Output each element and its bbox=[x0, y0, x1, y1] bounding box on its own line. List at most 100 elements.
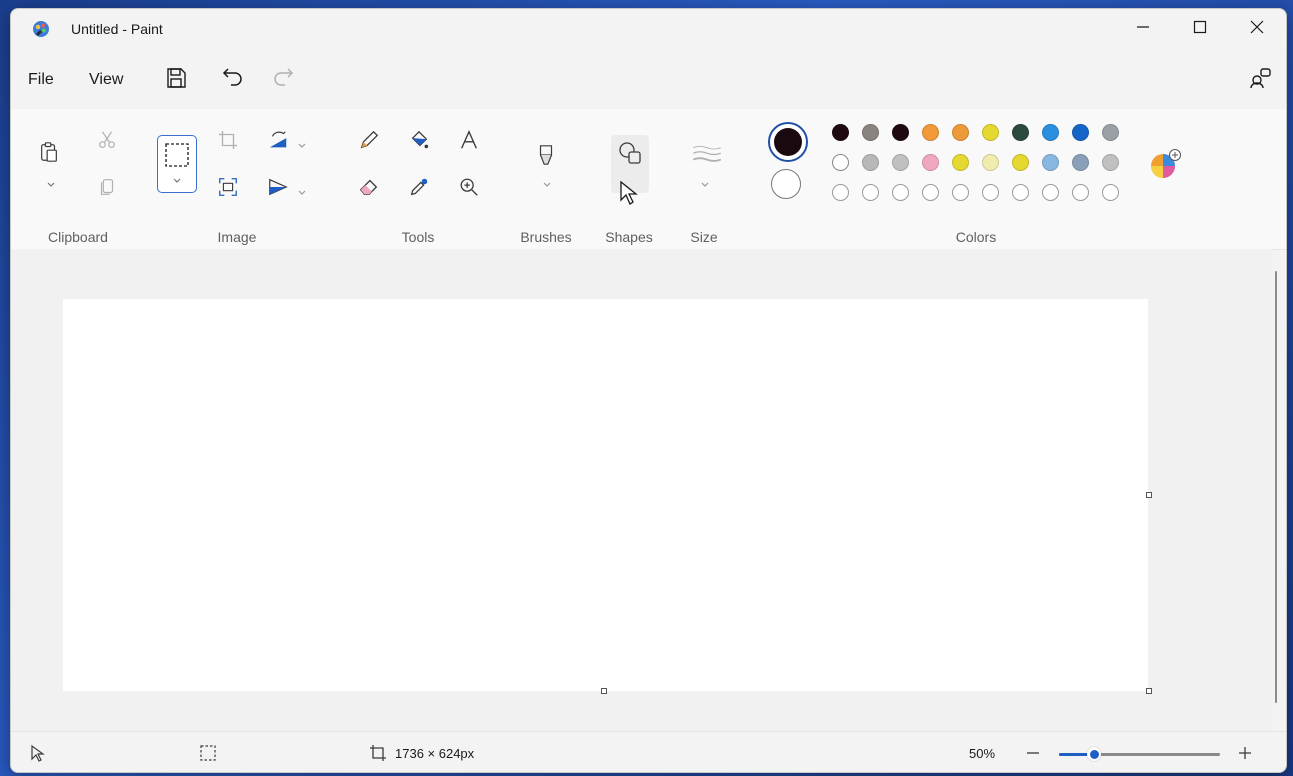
vertical-scrollbar[interactable] bbox=[1275, 271, 1277, 703]
fill-button[interactable] bbox=[407, 128, 431, 152]
resize-handle-right[interactable] bbox=[1146, 492, 1152, 498]
clipboard-group-label: Clipboard bbox=[48, 229, 108, 245]
color-swatch[interactable] bbox=[1012, 154, 1029, 171]
color-swatch[interactable] bbox=[982, 184, 999, 201]
paste-button[interactable] bbox=[37, 140, 61, 164]
paint-window: Untitled - Paint File View Clipboard Ima… bbox=[10, 8, 1287, 773]
color-swatch[interactable] bbox=[832, 184, 849, 201]
close-button[interactable] bbox=[1228, 9, 1286, 45]
color-swatch[interactable] bbox=[1102, 154, 1119, 171]
color-swatch[interactable] bbox=[1042, 184, 1059, 201]
eraser-icon bbox=[359, 179, 378, 195]
color-swatch[interactable] bbox=[892, 124, 909, 141]
color-swatch[interactable] bbox=[922, 124, 939, 141]
flip-button[interactable] bbox=[266, 175, 290, 199]
resize-icon bbox=[219, 178, 237, 196]
color-swatch[interactable] bbox=[892, 184, 909, 201]
maximize-button[interactable] bbox=[1171, 9, 1229, 45]
primary-color-swatch bbox=[774, 128, 802, 156]
color-swatch[interactable] bbox=[952, 154, 969, 171]
color-swatch[interactable] bbox=[1102, 124, 1119, 141]
resize-button[interactable] bbox=[216, 175, 240, 199]
chevron-down-icon[interactable] bbox=[542, 180, 552, 190]
line-width-icon bbox=[692, 145, 722, 162]
color-swatch[interactable] bbox=[1072, 154, 1089, 171]
settings-icon[interactable] bbox=[1249, 66, 1273, 90]
color-swatch[interactable] bbox=[922, 154, 939, 171]
color-swatch[interactable] bbox=[952, 124, 969, 141]
color-swatch[interactable] bbox=[1042, 154, 1059, 171]
resize-handle-bottom[interactable] bbox=[601, 688, 607, 694]
chevron-down-icon[interactable] bbox=[297, 188, 307, 198]
primary-color[interactable] bbox=[768, 122, 808, 162]
image-group-label: Image bbox=[217, 229, 257, 245]
shapes-icon bbox=[619, 142, 641, 164]
file-menu[interactable]: File bbox=[28, 71, 54, 89]
color-swatch[interactable] bbox=[1012, 184, 1029, 201]
shapes-button[interactable] bbox=[611, 135, 649, 205]
color-swatch[interactable] bbox=[1102, 184, 1119, 201]
size-group-label: Size bbox=[690, 229, 718, 245]
colors-group-label: Colors bbox=[955, 229, 997, 245]
view-menu[interactable]: View bbox=[89, 71, 123, 89]
canvas-workspace bbox=[11, 249, 1273, 731]
cursor-position-icon bbox=[31, 744, 45, 762]
color-picker-button[interactable] bbox=[407, 175, 431, 199]
cut-button[interactable] bbox=[95, 128, 119, 152]
color-swatch[interactable] bbox=[982, 124, 999, 141]
zoom-level-text: 50% bbox=[969, 746, 996, 761]
save-icon[interactable] bbox=[164, 66, 188, 90]
minimize-icon bbox=[1137, 26, 1149, 28]
color-swatch[interactable] bbox=[1012, 124, 1029, 141]
crop-button[interactable] bbox=[216, 128, 240, 152]
chevron-down-icon[interactable] bbox=[700, 180, 710, 190]
zoom-slider-thumb[interactable] bbox=[1087, 747, 1102, 761]
canvas-size-text: 1736 × 624px bbox=[395, 746, 475, 761]
pencil-icon bbox=[360, 130, 379, 149]
redo-icon[interactable] bbox=[271, 65, 295, 89]
color-swatch[interactable] bbox=[832, 124, 849, 141]
rotate-button[interactable] bbox=[266, 128, 290, 152]
brushes-button[interactable] bbox=[534, 143, 558, 167]
chevron-down-icon[interactable] bbox=[46, 180, 56, 190]
zoom-out-icon[interactable] bbox=[1024, 744, 1042, 762]
chevron-down-icon bbox=[173, 178, 181, 183]
color-swatch[interactable] bbox=[832, 154, 849, 171]
tools-group-label: Tools bbox=[401, 229, 435, 245]
pencil-button[interactable] bbox=[357, 128, 381, 152]
rotate-icon bbox=[269, 131, 287, 148]
magnifier-button[interactable] bbox=[457, 175, 481, 199]
color-swatch[interactable] bbox=[892, 154, 909, 171]
minimize-button[interactable] bbox=[1114, 9, 1172, 45]
maximize-icon bbox=[1193, 20, 1207, 34]
resize-handle-corner[interactable] bbox=[1146, 688, 1152, 694]
chevron-down-icon[interactable] bbox=[297, 141, 307, 151]
eraser-button[interactable] bbox=[357, 175, 381, 199]
color-swatch[interactable] bbox=[1042, 124, 1059, 141]
zoom-in-icon[interactable] bbox=[1236, 744, 1254, 762]
undo-icon[interactable] bbox=[221, 65, 245, 89]
color-swatch[interactable] bbox=[862, 184, 879, 201]
color-swatch[interactable] bbox=[982, 154, 999, 171]
zoom-slider[interactable] bbox=[1059, 747, 1220, 761]
color-swatch[interactable] bbox=[862, 124, 879, 141]
canvas-size-icon bbox=[370, 745, 386, 761]
color-swatch[interactable] bbox=[952, 184, 969, 201]
close-icon bbox=[1250, 20, 1264, 34]
paste-icon bbox=[41, 142, 57, 162]
flip-icon bbox=[269, 178, 288, 196]
copy-button[interactable] bbox=[95, 175, 119, 199]
color-swatch[interactable] bbox=[1072, 184, 1089, 201]
selection-size-icon bbox=[200, 745, 216, 761]
edit-colors-button[interactable] bbox=[1149, 149, 1181, 181]
color-swatch[interactable] bbox=[922, 184, 939, 201]
zoom-in-icon bbox=[460, 178, 478, 196]
color-swatch[interactable] bbox=[862, 154, 879, 171]
text-button[interactable] bbox=[457, 128, 481, 152]
drawing-canvas[interactable] bbox=[63, 299, 1148, 691]
size-button[interactable] bbox=[691, 143, 723, 167]
select-button[interactable] bbox=[157, 135, 197, 193]
window-title: Untitled - Paint bbox=[71, 21, 163, 37]
secondary-color[interactable] bbox=[771, 169, 801, 199]
color-swatch[interactable] bbox=[1072, 124, 1089, 141]
